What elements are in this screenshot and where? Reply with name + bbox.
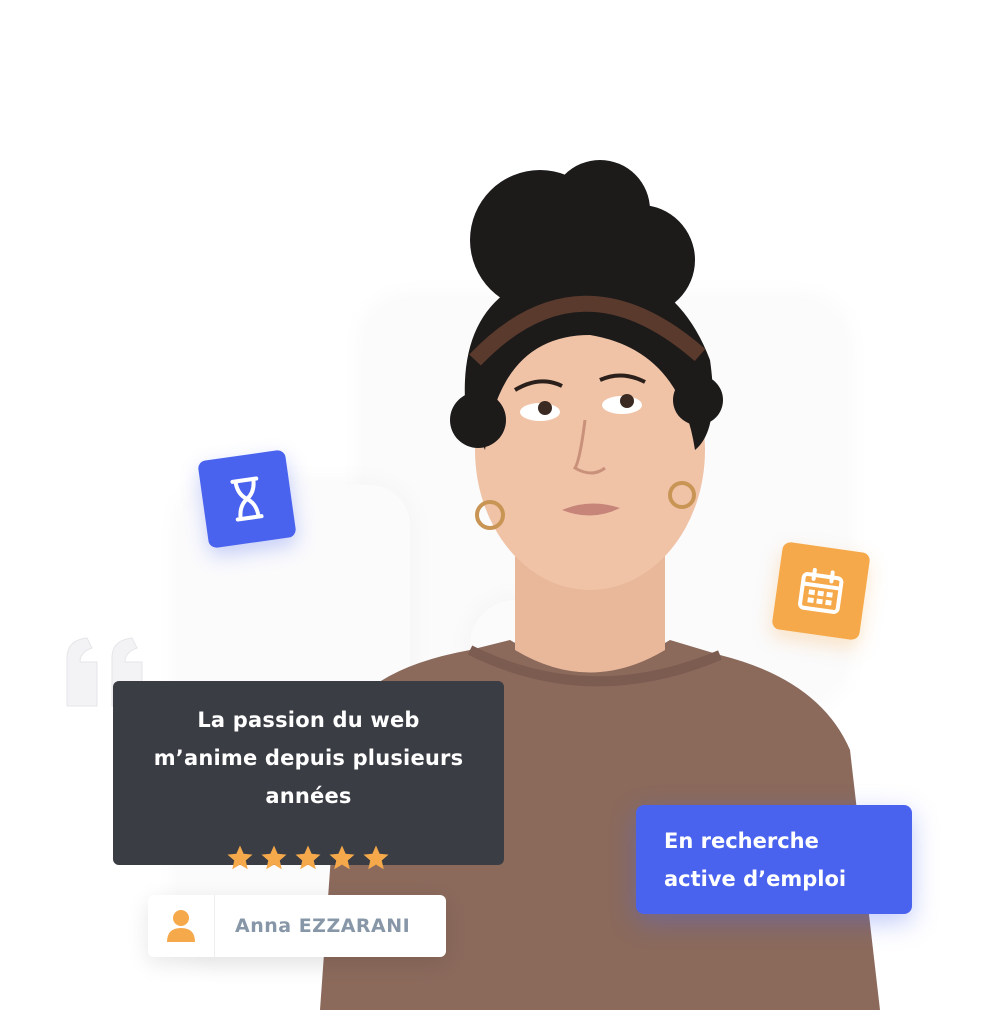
name-card: Anna EZZARANI	[148, 895, 446, 957]
hourglass-icon	[230, 476, 264, 522]
calendar-badge	[771, 541, 871, 641]
status-card: En recherche active d’emploi	[636, 805, 912, 914]
quote-card: La passion du web m’anime depuis plusieu…	[113, 681, 504, 865]
star-icon	[261, 845, 287, 870]
status-line: active d’emploi	[664, 866, 847, 891]
status-line: En recherche	[664, 828, 819, 853]
quote-line: La passion du web	[197, 708, 420, 732]
quote-line: m’anime depuis plusieurs	[153, 746, 464, 770]
star-rating	[225, 843, 391, 873]
calendar-icon	[798, 567, 844, 614]
person-name: Anna EZZARANI	[235, 915, 411, 937]
quote-text: La passion du web m’anime depuis plusieu…	[154, 701, 464, 815]
avatar	[148, 895, 215, 957]
hourglass-badge	[197, 449, 297, 549]
star-icon	[295, 845, 321, 870]
status-text: En recherche active d’emploi	[664, 822, 846, 898]
user-icon	[167, 910, 195, 942]
star-icon	[227, 845, 253, 870]
star-icon	[363, 845, 389, 870]
star-icon	[329, 845, 355, 870]
quote-line: années	[265, 784, 352, 808]
hero-stage: La passion du web m’anime depuis plusieu…	[0, 0, 1000, 1010]
